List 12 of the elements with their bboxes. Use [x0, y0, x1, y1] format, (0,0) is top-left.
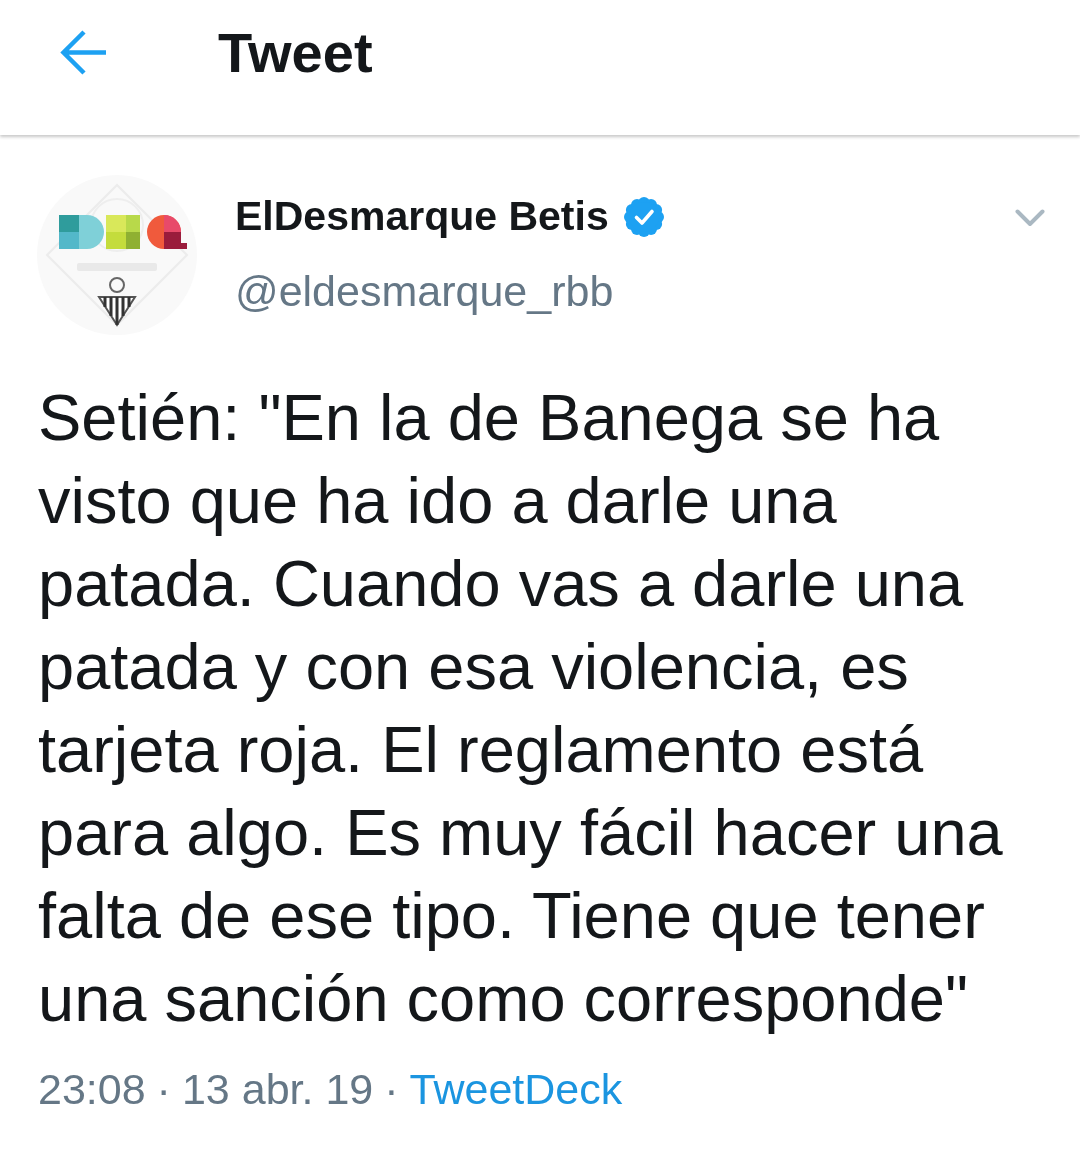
- separator-dot: ·: [156, 1064, 171, 1115]
- tweet-date: 13 abr. 19: [181, 1064, 374, 1115]
- profile-logo-drawing[interactable]: [37, 175, 197, 335]
- page-title: Tweet: [218, 25, 373, 81]
- separator-dot: ·: [384, 1064, 399, 1115]
- author-handle[interactable]: @eldesmarque_rbb: [235, 266, 664, 318]
- back-arrow-icon[interactable]: [60, 29, 108, 76]
- source-link[interactable]: TweetDeck: [409, 1064, 623, 1116]
- tweet-text: Setién: "En la de Banega se ha visto que ha ido a darle una patada. Cuando vas a darle una patada y con esa violencia, es tarjeta roja. El reglamento está para algo. Es muy fácil hacer una falta de ese tipo. Tiene que tener una sanción como corresponde": [38, 380, 1004, 1037]
- tweet-time: 23:08: [38, 1064, 146, 1115]
- author-name[interactable]: ElDesmarque Betis: [235, 192, 609, 242]
- chevron-down-icon[interactable]: [1015, 209, 1045, 227]
